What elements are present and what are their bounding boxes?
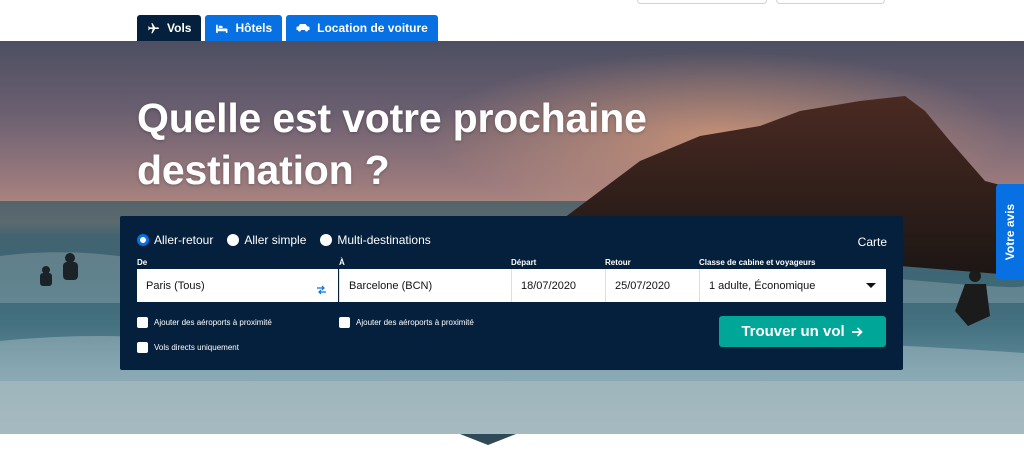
return-label: Retour [605, 258, 631, 267]
header-control-right[interactable] [776, 0, 885, 4]
direct-flights-only-checkbox[interactable]: Vols directs uniquement [137, 342, 239, 353]
tab-hotels[interactable]: Hôtels [205, 15, 283, 41]
trip-type-return-label: Aller-retour [154, 233, 214, 247]
origin-value: Paris (Tous) [146, 279, 205, 292]
find-flights-button[interactable]: Trouver un vol [719, 316, 886, 347]
trip-type-one-way[interactable]: Aller simple [227, 233, 306, 247]
direct-flights-only-label: Vols directs uniquement [154, 343, 239, 352]
nearby-origin-airports-label: Ajouter des aéroports à proximité [154, 318, 272, 327]
checkbox-icon[interactable] [137, 317, 148, 328]
depart-label: Départ [511, 258, 537, 267]
nearby-origin-airports-checkbox[interactable]: Ajouter des aéroports à proximité [137, 317, 272, 328]
hero-notch-indicator [460, 434, 516, 445]
tab-flights[interactable]: Vols [137, 15, 202, 41]
checkbox-icon[interactable] [137, 342, 148, 353]
depart-date-input[interactable]: 18/07/2020 [511, 269, 605, 302]
radio-icon[interactable] [227, 234, 240, 246]
find-flights-label: Trouver un vol [741, 323, 845, 340]
origin-input[interactable]: Paris (Tous) [137, 269, 338, 302]
trip-type-one-way-label: Aller simple [244, 233, 307, 247]
swap-arrows-icon [317, 285, 326, 295]
page-title: Quelle est votre prochaine destination ? [137, 95, 647, 193]
tab-car-hire[interactable]: Location de voiture [286, 15, 438, 41]
destination-value: Barcelone (BCN) [349, 279, 433, 292]
top-bar: Vols Hôtels Location de voiture [0, 0, 1024, 41]
car-icon [296, 24, 310, 32]
trip-type-group: Aller-retour Aller simple Multi-destinat… [137, 233, 431, 247]
nearby-destination-airports-checkbox[interactable]: Ajouter des aéroports à proximité [339, 317, 474, 328]
tab-hotels-label: Hôtels [235, 21, 273, 35]
airplane-icon [148, 22, 159, 33]
destination-label: À [339, 258, 345, 267]
header-control-left[interactable] [637, 0, 767, 4]
nearby-destination-airports-label: Ajouter des aéroports à proximité [356, 318, 474, 327]
trip-type-return[interactable]: Aller-retour [137, 233, 213, 247]
radio-selected-icon[interactable] [137, 234, 149, 246]
return-date-value: 25/07/2020 [615, 279, 671, 292]
checkbox-icon[interactable] [339, 317, 350, 328]
feedback-tab[interactable]: Votre avis [996, 184, 1024, 280]
map-link[interactable]: Carte [858, 235, 887, 249]
depart-date-value: 18/07/2020 [521, 279, 577, 292]
destination-input[interactable]: Barcelone (BCN) [339, 269, 511, 302]
chevron-down-icon [866, 283, 876, 288]
tab-car-hire-label: Location de voiture [317, 21, 428, 35]
arrow-right-icon [851, 326, 863, 337]
cabin-travellers-select[interactable]: 1 adulte, Économique [699, 269, 886, 302]
trip-type-multi-city[interactable]: Multi-destinations [320, 233, 431, 247]
cabin-travellers-label: Classe de cabine et voyageurs [699, 258, 816, 267]
cabin-travellers-value: 1 adulte, Économique [709, 279, 816, 292]
swap-airports-button[interactable] [316, 282, 327, 300]
trip-type-multi-city-label: Multi-destinations [337, 233, 431, 247]
radio-icon[interactable] [320, 234, 333, 246]
bed-icon [216, 24, 228, 33]
return-date-input[interactable]: 25/07/2020 [605, 269, 699, 302]
product-tabs: Vols Hôtels Location de voiture [137, 15, 438, 41]
tab-flights-label: Vols [167, 21, 192, 35]
origin-label: De [137, 258, 148, 267]
feedback-label: Votre avis [1003, 203, 1017, 261]
flight-search-panel: Aller-retour Aller simple Multi-destinat… [120, 216, 903, 370]
